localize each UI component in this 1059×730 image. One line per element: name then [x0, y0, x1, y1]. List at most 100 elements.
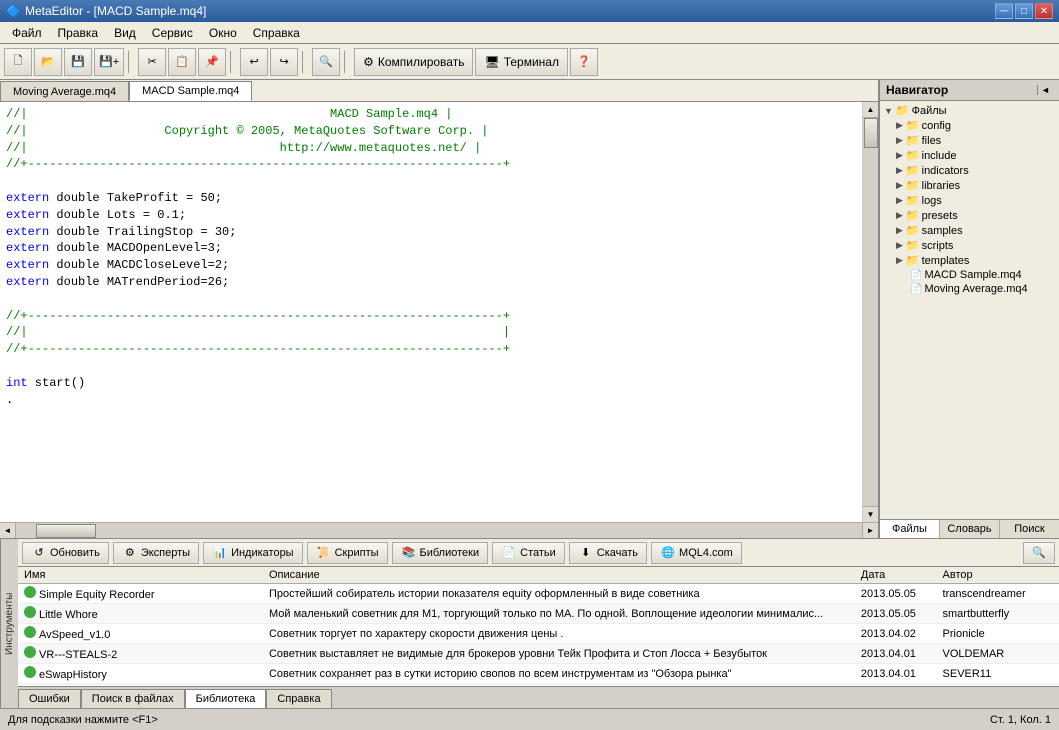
redo-button[interactable]: ↪ — [270, 48, 298, 76]
cell-date: 2013.04.01 — [855, 644, 937, 664]
separator-3 — [302, 51, 308, 73]
scroll-track[interactable] — [863, 118, 878, 506]
code-scroll[interactable]: //| MACD Sample.mq4 | //| Copyright © 20… — [0, 102, 862, 522]
compile-button[interactable]: ⚙ Компилировать — [354, 48, 473, 76]
help-button[interactable]: ❓ — [570, 48, 598, 76]
table-row[interactable]: AvSpeed_v1.0 Советник торгует по характе… — [18, 624, 1059, 644]
folder-icon: 📁 — [906, 164, 920, 177]
nav-item-config[interactable]: ▶ 📁 config — [880, 118, 1059, 133]
save-button[interactable]: 💾 — [64, 48, 92, 76]
nav-item-logs[interactable]: ▶ 📁 logs — [880, 193, 1059, 208]
h-scroll-right-button[interactable]: ► — [862, 523, 878, 539]
status-dot — [24, 666, 36, 678]
tab-moving-average[interactable]: Moving Average.mq4 — [0, 81, 129, 101]
menu-view[interactable]: Вид — [106, 24, 144, 42]
table-row[interactable]: eSwapHistory Советник сохраняет раз в су… — [18, 664, 1059, 684]
tab-library[interactable]: Библиотека — [185, 689, 267, 708]
h-scroll-thumb[interactable] — [36, 524, 96, 538]
scripts-button[interactable]: 📜 Скрипты — [307, 542, 388, 564]
cut-button[interactable]: ✂ — [138, 48, 166, 76]
download-button[interactable]: ⬇ Скачать — [569, 542, 647, 564]
nav-item-include[interactable]: ▶ 📁 include — [880, 148, 1059, 163]
scroll-down-button[interactable]: ▼ — [863, 506, 878, 522]
menu-bar: Файл Правка Вид Сервис Окно Справка — [0, 22, 1059, 44]
status-dot — [24, 646, 36, 658]
h-scroll-track[interactable] — [16, 523, 862, 539]
close-button[interactable]: ✕ — [1035, 3, 1053, 19]
col-description: Описание — [263, 567, 855, 584]
nav-item-samples[interactable]: ▶ 📁 samples — [880, 223, 1059, 238]
copy-button[interactable]: 📋 — [168, 48, 196, 76]
menu-service[interactable]: Сервис — [144, 24, 201, 42]
table-row[interactable]: Simple Equity Recorder Простейший собира… — [18, 584, 1059, 604]
cell-author: VOLDEMAR — [937, 644, 1059, 664]
nav-tab-search[interactable]: Поиск — [1000, 520, 1059, 538]
scroll-up-button[interactable]: ▲ — [863, 102, 878, 118]
h-scroll-left-button[interactable]: ◄ — [0, 523, 16, 539]
tools-sidebar-label: Инструменты — [0, 539, 18, 708]
menu-window[interactable]: Окно — [201, 24, 245, 42]
navigator-collapse-button[interactable]: ◄ — [1037, 85, 1053, 95]
bottom-panel: Инструменты ↺ Обновить ⚙ Эксперты 📊 Инди… — [0, 538, 1059, 708]
search-bar-button[interactable]: 🔍 — [1023, 542, 1055, 564]
expand-icon: ▶ — [896, 225, 903, 236]
nav-item-scripts[interactable]: ▶ 📁 scripts — [880, 238, 1059, 253]
nav-item-templates[interactable]: ▶ 📁 templates — [880, 253, 1059, 268]
terminal-button[interactable]: 🖥 Терминал — [475, 48, 568, 76]
maximize-button[interactable]: □ — [1015, 3, 1033, 19]
nav-item-presets[interactable]: ▶ 📁 presets — [880, 208, 1059, 223]
experts-button[interactable]: ⚙ Эксперты — [113, 542, 199, 564]
expand-icon: ▶ — [896, 195, 903, 206]
nav-item-macd-file[interactable]: 📄 MACD Sample.mq4 — [880, 268, 1059, 282]
separator-4 — [344, 51, 350, 73]
refresh-button[interactable]: ↺ Обновить — [22, 542, 109, 564]
search-button[interactable]: 🔍 — [312, 48, 340, 76]
nav-tab-dictionary[interactable]: Словарь — [940, 520, 1000, 538]
app-icon: 🔷 — [6, 4, 21, 18]
editor-area: Moving Average.mq4 MACD Sample.mq4 //| M… — [0, 80, 879, 538]
menu-file[interactable]: Файл — [4, 24, 50, 42]
menu-help[interactable]: Справка — [245, 24, 308, 42]
indicators-button[interactable]: 📊 Индикаторы — [203, 542, 303, 564]
folder-icon: 📁 — [906, 254, 920, 267]
tab-help[interactable]: Справка — [266, 689, 331, 708]
mql4-button[interactable]: 🌐 MQL4.com — [651, 542, 742, 564]
code-editor[interactable]: //| MACD Sample.mq4 | //| Copyright © 20… — [0, 102, 862, 522]
navigator-panel: Навигатор ◄ ▼ 📁 Файлы ▶ 📁 config ▶ 📁 fil… — [879, 80, 1059, 538]
cell-name: eSwapHistory — [18, 664, 263, 684]
experts-icon: ⚙ — [122, 545, 138, 561]
status-dot — [24, 586, 36, 598]
cell-date: 2013.05.05 — [855, 584, 937, 604]
libraries-button[interactable]: 📚 Библиотеки — [392, 542, 489, 564]
nav-item-moving-average-file[interactable]: 📄 Moving Average.mq4 — [880, 282, 1059, 296]
cell-description: Советник сохраняет раз в сутки историю с… — [263, 664, 855, 684]
status-bar: Для подсказки нажмите <F1> Ст. 1, Кол. 1 — [0, 708, 1059, 730]
editor-horizontal-scrollbar: ◄ ► — [0, 522, 878, 538]
tab-macd-sample[interactable]: MACD Sample.mq4 — [129, 81, 252, 101]
minimize-button[interactable]: ─ — [995, 3, 1013, 19]
open-button[interactable]: 📂 — [34, 48, 62, 76]
table-row[interactable]: VR---STEALS-2 Советник выставляет не вид… — [18, 644, 1059, 664]
save-all-button[interactable]: 💾+ — [94, 48, 124, 76]
new-button[interactable]: 🗋 — [4, 48, 32, 76]
download-icon: ⬇ — [578, 545, 594, 561]
folder-icon: 📁 — [906, 224, 920, 237]
undo-button[interactable]: ↩ — [240, 48, 268, 76]
bottom-table[interactable]: Имя Описание Дата Автор Simple Equity Re… — [18, 567, 1059, 686]
tab-search-files[interactable]: Поиск в файлах — [81, 689, 185, 708]
menu-edit[interactable]: Правка — [50, 24, 107, 42]
nav-item-libraries[interactable]: ▶ 📁 libraries — [880, 178, 1059, 193]
nav-item-files[interactable]: ▶ 📁 files — [880, 133, 1059, 148]
nav-item-files-root[interactable]: ▼ 📁 Файлы — [880, 103, 1059, 118]
table-row[interactable]: Little Whore Мой маленький советник для … — [18, 604, 1059, 624]
scroll-thumb[interactable] — [864, 118, 878, 148]
nav-item-indicators[interactable]: ▶ 📁 indicators — [880, 163, 1059, 178]
folder-icon: 📁 — [906, 194, 920, 207]
paste-button[interactable]: 📌 — [198, 48, 226, 76]
articles-button[interactable]: 📄 Статьи — [492, 542, 565, 564]
cell-name: Simple Equity Recorder — [18, 584, 263, 604]
nav-tab-files[interactable]: Файлы — [880, 520, 940, 538]
title-bar-left: 🔷 MetaEditor - [MACD Sample.mq4] — [6, 4, 206, 18]
tab-errors[interactable]: Ошибки — [18, 689, 81, 708]
file-icon: 📄 — [910, 284, 922, 295]
